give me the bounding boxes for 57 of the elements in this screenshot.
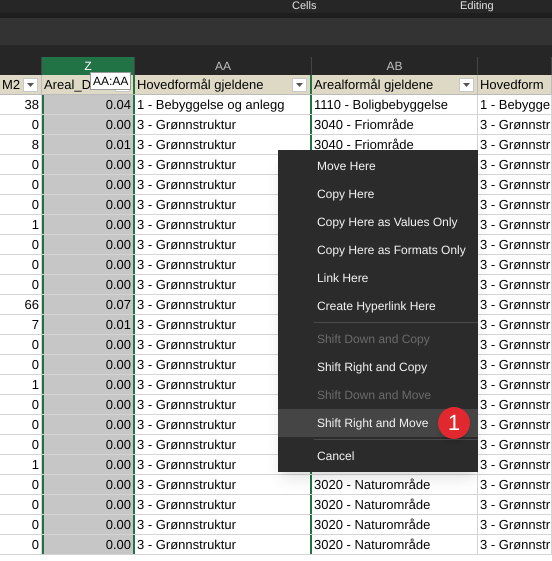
table-cell: 0.00	[42, 515, 135, 534]
table-cell: 0.01	[42, 135, 135, 154]
table-cell: 0.00	[42, 355, 135, 374]
table-cell: 3020 - Naturområde	[312, 475, 478, 494]
caret-icon	[296, 83, 303, 87]
table-cell: 1 - Bebygge	[478, 95, 552, 114]
table-cell: 0.00	[42, 235, 135, 254]
table-cell: 3 - Grønnstr	[478, 535, 552, 554]
table-cell: 3 - Grønnstr	[478, 495, 552, 514]
ribbon-group-label: Cells	[292, 0, 316, 12]
table-cell: 3 - Grønnstruktur	[135, 535, 312, 554]
table-cell: 0.00	[42, 115, 135, 134]
table-cell: 0.00	[42, 255, 135, 274]
table-cell: 3 - Grønnstr	[478, 515, 552, 534]
table-cell: 3 - Grønnstruktur	[135, 515, 312, 534]
table-cell: 0.01	[42, 315, 135, 334]
filter-header-cell: Hovedform	[478, 75, 552, 94]
table-cell: 0.00	[42, 215, 135, 234]
table-cell: 0.00	[42, 435, 135, 454]
table-cell: 3020 - Naturområde	[312, 535, 478, 554]
table-cell: 3 - Grønnstr	[478, 475, 552, 494]
drag-tooltip: AA:AA	[90, 72, 132, 90]
filter-header-cell: M2	[0, 75, 42, 94]
table-cell: 0.00	[42, 395, 135, 414]
caret-icon	[463, 83, 470, 87]
table-cell: 1 - Bebyggelse og anlegg	[135, 95, 312, 114]
table-cell: 0.00	[42, 535, 135, 554]
filter-dropdown-button[interactable]	[23, 78, 38, 92]
filter-dropdown-button[interactable]	[459, 78, 474, 92]
table-cell: 3020 - Naturområde	[312, 495, 478, 514]
table-cell: 0.00	[42, 275, 135, 294]
table-cell: 3020 - Naturområde	[312, 515, 478, 534]
table-cell: 3 - Grønnstruktur	[135, 115, 312, 134]
table-cell: 3 - Grønnstruktur	[135, 475, 312, 494]
table-cell: 0.04	[42, 95, 135, 114]
step-badge: 1	[438, 407, 470, 439]
caret-icon	[27, 83, 34, 87]
filter-header-cell: Hovedformål gjeldene	[135, 75, 312, 94]
table-cell: 0.00	[42, 335, 135, 354]
table-cell: 0.00	[42, 195, 135, 214]
table-cell: 0.00	[42, 455, 135, 474]
ribbon-group-label: Editing	[460, 0, 494, 12]
table-cell: 0.00	[42, 155, 135, 174]
table-cell: 0.00	[42, 175, 135, 194]
table-cell: 1110 - Boligbebyggelse	[312, 95, 478, 114]
table-cell: 3 - Grønnstr	[478, 115, 552, 134]
column-header[interactable]: Z	[42, 57, 135, 75]
table-cell: 0.07	[42, 295, 135, 314]
table-cell: 0.00	[42, 475, 135, 494]
table-cell: 0.00	[42, 375, 135, 394]
table-cell: 0.00	[42, 495, 135, 514]
table-cell: 3 - Grønnstruktur	[135, 495, 312, 514]
filter-header-cell: Arealformål gjeldene	[312, 75, 478, 94]
filter-dropdown-button[interactable]	[292, 78, 307, 92]
menu-item[interactable]: Shift Right and Move 1	[278, 409, 478, 437]
table-cell: 0.00	[42, 415, 135, 434]
table-cell: 3040 - Friområde	[312, 115, 478, 134]
